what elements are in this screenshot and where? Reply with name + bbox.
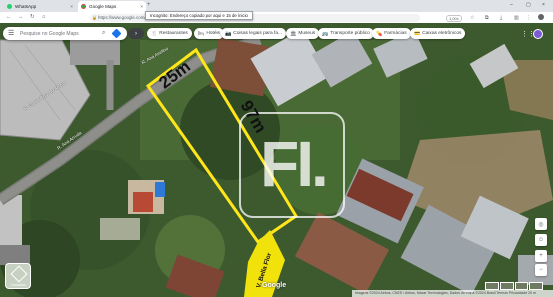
copied-tooltip: Incognito: Endereço copiado por aqui e 1… bbox=[145, 11, 253, 20]
tab-google-maps[interactable]: Google Maps × bbox=[78, 1, 146, 12]
new-tab-button[interactable]: + bbox=[147, 2, 151, 8]
back-icon[interactable]: ← bbox=[6, 14, 12, 20]
minus-icon: − bbox=[539, 267, 543, 273]
watermark-logo: FI. bbox=[260, 128, 329, 200]
my-location-button[interactable]: ◎ bbox=[535, 218, 547, 230]
tab-strip: WhatsApp × Google Maps × + – ▢ × bbox=[0, 0, 553, 12]
chip-label: Coisas legais para fa... bbox=[233, 31, 283, 36]
layers-icon bbox=[10, 265, 28, 283]
plus-icon: + bbox=[539, 253, 543, 259]
tab-label: Google Maps bbox=[89, 4, 117, 9]
chip-label: Hotéis bbox=[206, 31, 220, 36]
directions-icon[interactable] bbox=[111, 28, 122, 38]
zoom-out-button[interactable]: − bbox=[535, 264, 547, 276]
thumbnail[interactable] bbox=[514, 282, 529, 290]
lock-icon: 🔒 bbox=[92, 14, 97, 20]
camera-icon: 📷 bbox=[225, 30, 232, 37]
chip-transit[interactable]: 🚌 Transporte público bbox=[318, 28, 374, 39]
tab-whatsapp[interactable]: WhatsApp × bbox=[4, 1, 76, 12]
zoom-in-button[interactable]: + bbox=[535, 250, 547, 262]
sidebar-icon[interactable]: ▥ bbox=[514, 15, 519, 21]
profile-avatar[interactable] bbox=[538, 14, 544, 20]
thumbnail[interactable] bbox=[529, 282, 543, 290]
transit-icon: 🚌 bbox=[322, 30, 329, 37]
chip-label: Museus bbox=[298, 31, 316, 36]
chip-things-to-do[interactable]: 📷 Coisas legais para fa... bbox=[221, 28, 287, 39]
search-icon[interactable]: ⌕ bbox=[102, 30, 105, 37]
search-input[interactable] bbox=[20, 29, 100, 38]
chip-dark-toggle[interactable]: › bbox=[128, 28, 144, 39]
chip-museums[interactable]: 🏛 Museus bbox=[286, 28, 320, 39]
chip-label: Caixas eletrônicos bbox=[422, 31, 462, 36]
tab-label: WhatsApp bbox=[15, 4, 37, 9]
pharmacy-icon: 💊 bbox=[376, 30, 383, 37]
whatsapp-icon bbox=[7, 4, 12, 9]
museum-icon: 🏛 bbox=[290, 30, 297, 37]
close-icon[interactable]: × bbox=[140, 4, 143, 9]
chip-pharmacies[interactable]: 💊 Farmácias bbox=[372, 28, 411, 39]
forward-icon[interactable]: → bbox=[18, 14, 24, 20]
layers-button[interactable]: Camadas bbox=[5, 263, 31, 289]
account-avatar[interactable] bbox=[533, 29, 543, 39]
minimize-button[interactable]: – bbox=[510, 2, 513, 8]
thumbnail[interactable] bbox=[499, 282, 514, 290]
home-icon[interactable]: ⌂ bbox=[42, 14, 45, 20]
close-icon[interactable]: × bbox=[70, 4, 73, 9]
menu-icon[interactable]: ☰ bbox=[8, 29, 14, 37]
menu-dots-icon[interactable]: ⋮ bbox=[526, 15, 531, 21]
reload-icon[interactable]: ↻ bbox=[30, 14, 35, 20]
hotel-icon: 🛏 bbox=[198, 30, 205, 37]
pegman-button[interactable]: ☺ bbox=[535, 234, 547, 246]
google-logo: Google bbox=[262, 282, 287, 289]
browser-window: WhatsApp × Google Maps × + – ▢ × ← → ↻ ⌂… bbox=[0, 0, 553, 297]
atm-icon: 💳 bbox=[414, 30, 421, 37]
imagery-thumbnails[interactable] bbox=[485, 282, 543, 290]
maps-search-box: ☰ ⌕ bbox=[3, 27, 127, 40]
layers-label: Camadas bbox=[10, 283, 26, 287]
extensions-icon[interactable]: ⧉ bbox=[485, 15, 489, 21]
chip-atms[interactable]: 💳 Caixas eletrônicos bbox=[410, 28, 466, 39]
restaurant-icon: 🍴 bbox=[151, 30, 158, 37]
chip-label: Transporte público bbox=[330, 31, 370, 36]
map-attribution[interactable]: Imagens ©2024 Airbus, CNES / Airbus, Max… bbox=[352, 290, 553, 297]
chip-restaurants[interactable]: 🍴 Restaurantes bbox=[147, 28, 192, 39]
location-icon: ◎ bbox=[538, 221, 544, 228]
download-icon[interactable]: ⤓ bbox=[500, 15, 502, 21]
bookmark-star-icon[interactable]: ☆ bbox=[470, 15, 474, 21]
url-field[interactable]: 🔒 https://www.google.com/maps/@-20.0543,… bbox=[90, 13, 420, 22]
zoom-badge[interactable]: 1,00x bbox=[446, 14, 462, 22]
google-maps-icon bbox=[81, 4, 86, 9]
pegman-icon: ☺ bbox=[537, 237, 545, 243]
chevron-right-icon: › bbox=[135, 30, 137, 37]
chip-hotels[interactable]: 🛏 Hotéis bbox=[194, 28, 224, 39]
chip-label: Restaurantes bbox=[159, 31, 188, 36]
close-window-button[interactable]: × bbox=[542, 2, 545, 8]
chip-label: Farmácias bbox=[384, 31, 407, 36]
thumbnail[interactable] bbox=[485, 282, 499, 290]
maximize-button[interactable]: ▢ bbox=[526, 2, 531, 8]
